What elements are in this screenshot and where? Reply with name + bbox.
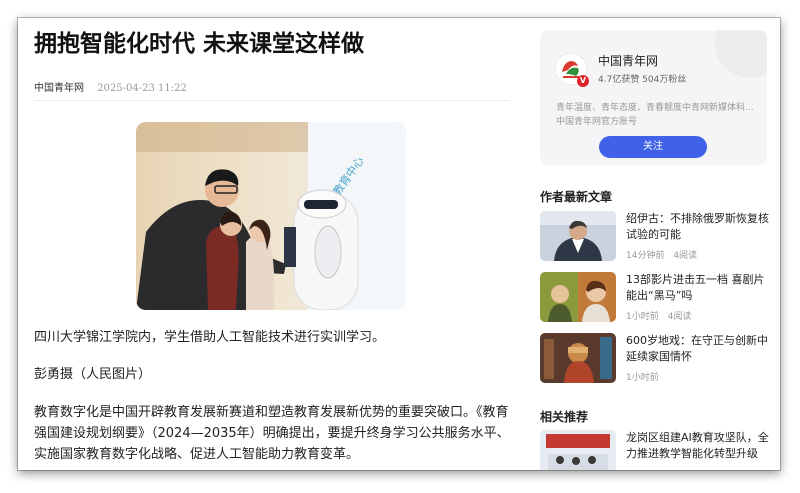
article-meta: 中国青年网 2025-04-23 11:22 xyxy=(34,79,187,94)
author-card: V 中国青年网 4.7亿获赞 504万粉丝 青年温度、青年态度、青春靓度中青网新… xyxy=(540,30,767,165)
article-time: 14分钟前 xyxy=(626,251,665,261)
article-body: 教育数字化是中国开辟教育发展新赛道和塑造教育发展新优势的重要突破口。《教育强国建… xyxy=(34,405,510,462)
latest-article-title: 绍伊古：不排除俄罗斯恢复核试验的可能 xyxy=(626,212,769,241)
latest-article-title: 600岁地戏：在守正与创新中延续家国情怀 xyxy=(626,334,768,363)
latest-article-meta: 1小时前 4阅读 xyxy=(626,309,691,322)
article-thumbnail xyxy=(540,211,616,261)
latest-article-meta: 14分钟前 4阅读 xyxy=(626,248,697,261)
card-decoration xyxy=(715,30,767,78)
author-name[interactable]: 中国青年网 xyxy=(598,52,658,69)
latest-article-item[interactable]: 600岁地戏：在守正与创新中延续家国情怀 1小时前 xyxy=(540,333,775,385)
author-account-type: 中国青年网官方账号 xyxy=(556,117,638,127)
photo-credit: 彭勇摄（人民图片） xyxy=(34,367,152,382)
related-article-title: 龙岗区组建AI教育攻坚队，全力推进教学智能化转型升级 xyxy=(626,431,769,460)
author-stats: 4.7亿获赞 504万粉丝 xyxy=(598,75,687,85)
article-main: 拥抱智能化时代 未来课堂这样做 中国青年网 2025-04-23 11:22 A… xyxy=(34,18,526,470)
author-description: 青年温度、青年态度、青春靓度中青网新媒体科... xyxy=(556,103,754,113)
verified-badge-icon: V xyxy=(577,75,589,87)
image-caption: 四川大学锦江学院内，学生借助人工智能技术进行实训学习。 xyxy=(34,330,386,345)
latest-articles-heading: 作者最新文章 xyxy=(540,190,613,204)
header-divider xyxy=(34,100,510,101)
article-title: 拥抱智能化时代 未来课堂这样做 xyxy=(34,31,365,57)
follow-button[interactable]: 关注 xyxy=(599,136,707,158)
article-reads: 4阅读 xyxy=(673,251,698,261)
latest-article-meta: 1小时前 xyxy=(626,370,659,383)
article-thumbnail xyxy=(540,272,616,322)
browser-page: 拥抱智能化时代 未来课堂这样做 中国青年网 2025-04-23 11:22 A… xyxy=(18,18,780,470)
sidebar: V 中国青年网 4.7亿获赞 504万粉丝 青年温度、青年态度、青春靓度中青网新… xyxy=(540,18,780,470)
related-article-item[interactable]: 龙岗区组建AI教育攻坚队，全力推进教学智能化转型升级 xyxy=(540,430,775,470)
article-time: 1小时前 xyxy=(626,312,659,322)
article-thumbnail xyxy=(540,430,616,470)
latest-article-item[interactable]: 绍伊古：不排除俄罗斯恢复核试验的可能 14分钟前 4阅读 xyxy=(540,211,775,263)
article-source[interactable]: 中国青年网 xyxy=(34,83,84,94)
related-heading: 相关推荐 xyxy=(540,410,589,424)
author-logo[interactable]: V xyxy=(554,52,589,87)
latest-article-item[interactable]: 13部影片进击五一档 喜剧片能出“黑马”吗 1小时前 4阅读 xyxy=(540,272,775,324)
latest-article-title: 13部影片进击五一档 喜剧片能出“黑马”吗 xyxy=(626,273,765,302)
article-photo: AI教育中心 xyxy=(136,122,406,310)
article-time: 2025-04-23 11:22 xyxy=(97,83,187,94)
article-time: 1小时前 xyxy=(626,373,659,383)
article-thumbnail xyxy=(540,333,616,383)
article-reads: 4阅读 xyxy=(667,312,692,322)
